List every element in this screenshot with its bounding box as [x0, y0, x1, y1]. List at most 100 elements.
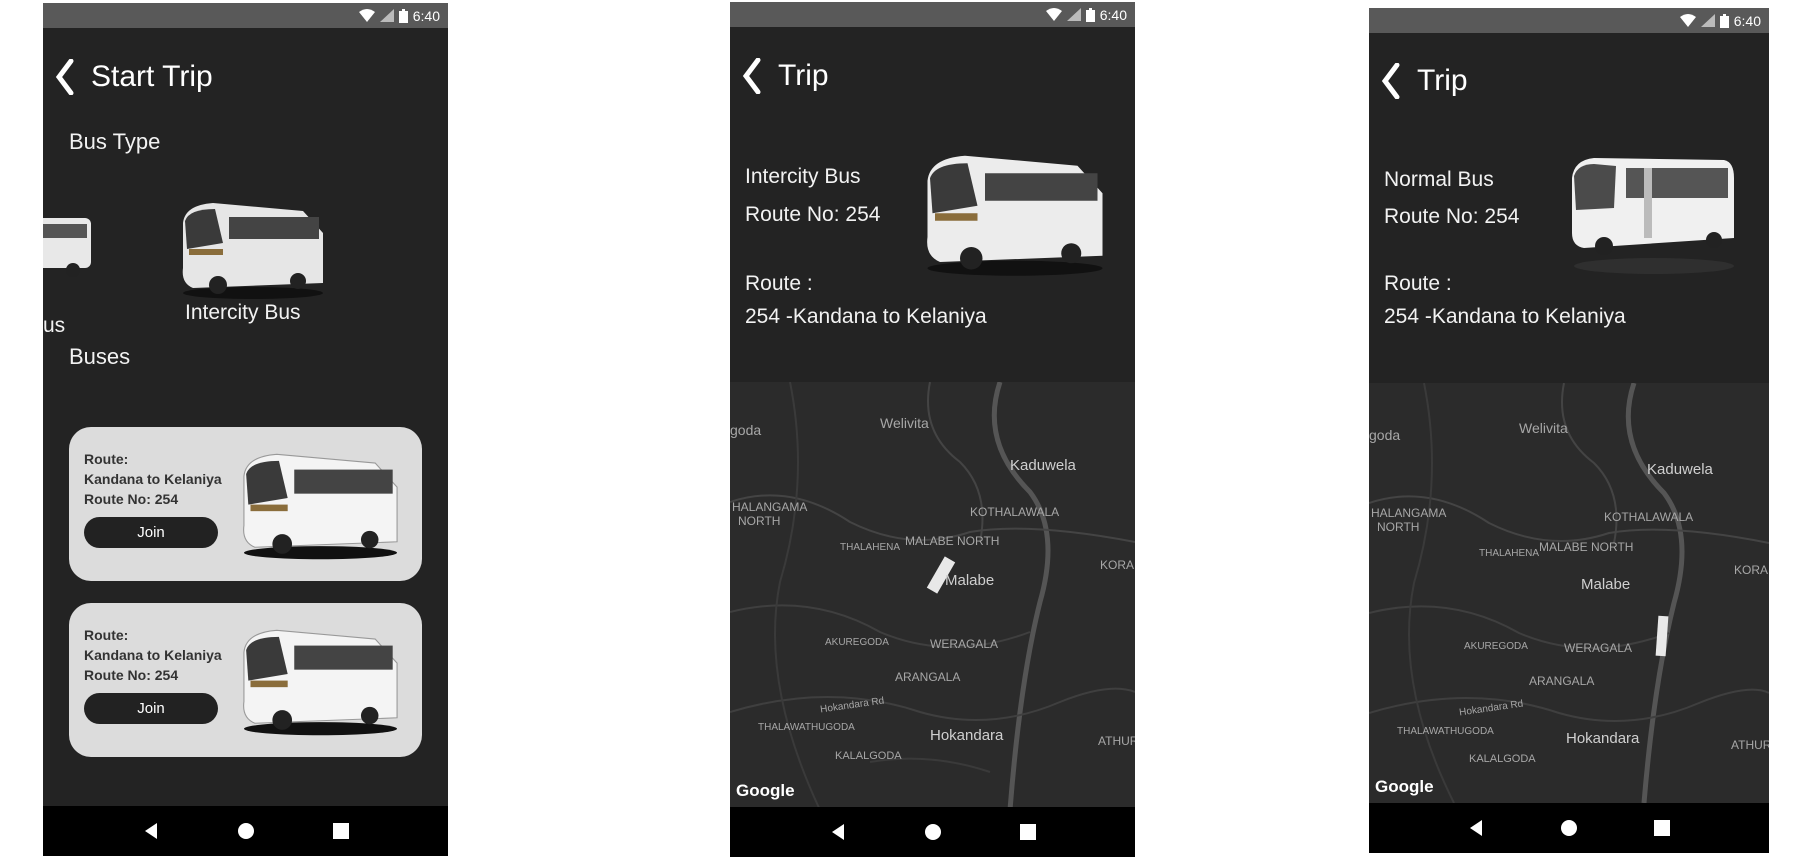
route-value: Kandana to Kelaniya — [84, 647, 222, 663]
join-button[interactable]: Join — [84, 693, 218, 724]
route-number: Route No: 254 — [1384, 205, 1520, 228]
map-label: THALAWATHUGODA — [758, 722, 855, 733]
nav-recents-icon[interactable] — [330, 820, 352, 842]
bus-type-option-intercity[interactable]: Intercity Bus — [163, 193, 338, 333]
status-bar: 6:40 — [1369, 8, 1769, 33]
google-logo: Google — [736, 781, 795, 800]
page-title: Start Trip — [91, 60, 213, 93]
wifi-icon — [1679, 14, 1696, 27]
map-label: Hokandara — [930, 727, 1004, 744]
signal-icon — [1700, 14, 1715, 27]
nav-home-icon[interactable] — [1558, 817, 1580, 839]
route-number: Route No: 254 — [84, 667, 179, 683]
route-label: Route : — [1384, 272, 1452, 295]
google-logo: Google — [1375, 777, 1434, 796]
nav-recents-icon[interactable] — [1017, 821, 1039, 843]
header: Trip — [742, 58, 829, 94]
route-label: Route : — [745, 272, 813, 295]
nav-recents-icon[interactable] — [1651, 817, 1673, 839]
bus-type-option-normal[interactable]: us — [43, 198, 103, 337]
nav-back-icon[interactable] — [827, 821, 849, 843]
status-time: 6:40 — [1099, 6, 1127, 23]
map-label: NORTH — [1377, 520, 1420, 534]
map-label: ATHUR — [1731, 738, 1769, 752]
map-label: MALABE NORTH — [1539, 540, 1634, 554]
route-label: Route: — [84, 451, 129, 467]
nav-home-icon[interactable] — [235, 820, 257, 842]
route-value: Kandana to Kelaniya — [84, 471, 222, 487]
map-label: HALANGAMA — [732, 500, 808, 514]
route-map[interactable]: goda Welivita Kaduwela HALANGAMA NORTH K… — [1369, 383, 1769, 803]
normal-bus-image — [43, 218, 91, 277]
map-label: ARANGALA — [895, 670, 961, 684]
status-bar: 6:40 — [43, 3, 448, 28]
intercity-bus-image — [243, 453, 398, 560]
wifi-icon — [358, 9, 375, 22]
map-label: Hokandara — [1566, 730, 1640, 747]
bus-type-label-intercity: Intercity Bus — [185, 301, 301, 324]
map-label: THALAWATHUGODA — [1397, 726, 1494, 737]
map-label: Malabe — [945, 572, 995, 589]
nav-home-icon[interactable] — [922, 821, 944, 843]
route-label: Route: — [84, 627, 129, 643]
nav-back-icon[interactable] — [1465, 817, 1487, 839]
map-label: WERAGALA — [930, 637, 999, 651]
battery-icon — [1719, 13, 1729, 28]
battery-icon — [1085, 7, 1095, 22]
nav-back-icon[interactable] — [140, 820, 162, 842]
bus-card[interactable]: Route: Kandana to Kelaniya Route No: 254… — [69, 603, 422, 757]
map-label: THALAHENA — [1479, 548, 1540, 559]
system-nav-bar — [43, 806, 448, 856]
intercity-bus-image — [243, 629, 398, 736]
wifi-icon — [1045, 8, 1062, 21]
map-label: Kaduwela — [1010, 457, 1076, 474]
map-label: ARANGALA — [1529, 674, 1595, 688]
bus-type-heading: Bus Type — [69, 129, 161, 154]
status-bar: 6:40 — [730, 2, 1135, 27]
bus-card-info: Route: Kandana to Kelaniya Route No: 254 — [84, 625, 222, 685]
map-label: Kaduwela — [1647, 461, 1713, 478]
bus-marker-icon — [1655, 615, 1669, 657]
map-label: AKUREGODA — [1464, 641, 1528, 652]
bus-card-info: Route: Kandana to Kelaniya Route No: 254 — [84, 449, 222, 509]
bus-name: Normal Bus — [1384, 168, 1494, 191]
bus-name: Intercity Bus — [745, 165, 861, 188]
map-label: goda — [1369, 427, 1401, 443]
map-label: MALABE NORTH — [905, 534, 1000, 548]
map-label: Malabe — [1581, 576, 1631, 593]
map-label: Welivita — [1519, 420, 1568, 436]
page-title: Trip — [1417, 64, 1468, 97]
map-label: WERAGALA — [1564, 641, 1633, 655]
map-label: goda — [730, 422, 762, 438]
system-nav-bar — [1369, 803, 1769, 853]
status-time: 6:40 — [412, 7, 440, 24]
back-chevron-icon[interactable] — [742, 58, 764, 94]
map-label: KORA — [1734, 563, 1769, 577]
start-trip-screen: 6:40 Start Trip Bus Type us Intercity Bu… — [43, 3, 448, 856]
page-title: Trip — [778, 59, 829, 92]
buses-heading: Buses — [69, 344, 131, 369]
normal-bus-image — [1572, 158, 1734, 274]
signal-icon — [1066, 8, 1081, 21]
back-chevron-icon[interactable] — [1381, 63, 1403, 99]
trip-screen-normal: 6:40 Trip Normal Bus Route No: 254 Route… — [1369, 8, 1769, 853]
header: Trip — [1381, 63, 1468, 99]
bus-card[interactable]: Route: Kandana to Kelaniya Route No: 254… — [69, 427, 422, 581]
map-label: KALALGODA — [835, 750, 902, 762]
map-label: HALANGAMA — [1371, 506, 1447, 520]
map-label: KOTHALAWALA — [970, 505, 1060, 519]
map-label: THALAHENA — [840, 542, 901, 553]
route-map[interactable]: goda Welivita Kaduwela HALANGAMA NORTH K… — [730, 382, 1135, 807]
join-button[interactable]: Join — [84, 517, 218, 548]
map-label: KORA — [1100, 558, 1135, 572]
route-value: 254 -Kandana to Kelaniya — [745, 305, 987, 328]
intercity-bus-image — [182, 203, 323, 299]
map-label: Welivita — [880, 415, 929, 431]
bus-type-label-normal: us — [43, 314, 66, 337]
intercity-bus-image — [927, 155, 1103, 276]
map-label: NORTH — [738, 514, 781, 528]
back-chevron-icon[interactable] — [55, 59, 77, 95]
map-label: KALALGODA — [1469, 753, 1536, 765]
trip-screen-intercity: 6:40 Trip Intercity Bus Route No: 254 Ro… — [730, 2, 1135, 857]
battery-icon — [398, 8, 408, 23]
